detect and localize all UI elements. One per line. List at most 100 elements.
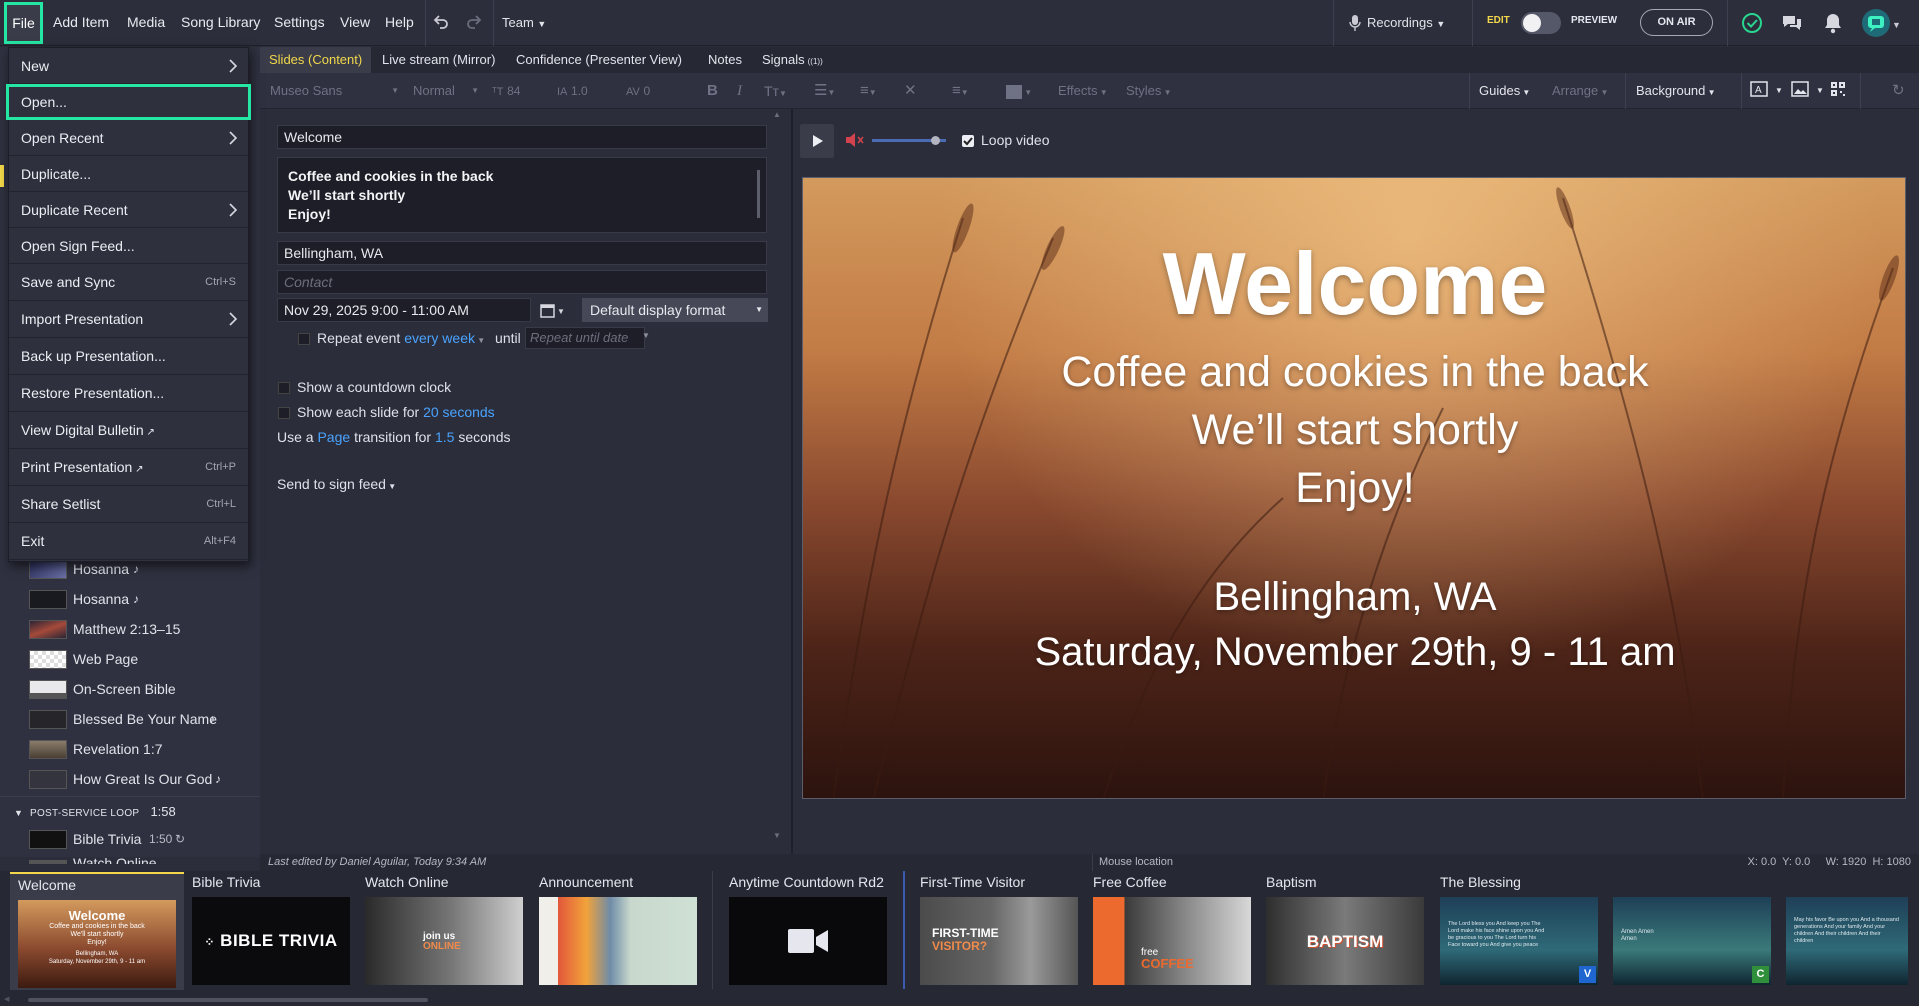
file-menu-item-duplicate[interactable]: Duplicate... — [9, 156, 248, 192]
list-button[interactable]: ☰▼ — [814, 81, 835, 101]
slide-thumb-the-blessing[interactable]: The Blessing The Lord bless you And keep… — [1440, 871, 1598, 991]
loop-video-checkbox[interactable] — [962, 135, 974, 147]
scrollbar[interactable] — [757, 170, 760, 218]
file-menu-item-view-digital-bulletin[interactable]: View Digital Bulletin ↗ — [9, 412, 248, 449]
slide-thumb-first-time-visitor[interactable]: First-Time Visitor FIRST-TIME VISITOR? — [920, 871, 1078, 991]
arrange-dropdown[interactable]: Arrange ▼ — [1552, 81, 1608, 101]
file-menu-item-open-sign-feed[interactable]: Open Sign Feed... — [9, 228, 248, 264]
user-avatar[interactable] — [1862, 9, 1890, 37]
file-menu-item-share-setlist[interactable]: Share Setlist Ctrl+L — [9, 486, 248, 523]
scroll-down-arrow[interactable]: ▼ — [773, 831, 781, 840]
effects-dropdown[interactable]: Effects ▼ — [1058, 81, 1108, 101]
italic-button[interactable]: I — [737, 81, 742, 101]
setlist-item[interactable]: Hosanna ♪ — [29, 584, 254, 614]
scroll-left-arrow[interactable]: ◀ — [4, 995, 9, 1003]
file-menu-item-exit[interactable]: Exit Alt+F4 — [9, 523, 248, 560]
slide-thumb-baptism[interactable]: Baptism BAPTISM — [1266, 871, 1424, 991]
chat-icon[interactable] — [1781, 12, 1803, 34]
section-header-post-service-loop[interactable]: ▼ POST-SERVICE LOOP 1:58 — [14, 804, 176, 819]
muted-speaker-icon[interactable] — [845, 132, 865, 148]
slide-thumb-bible-trivia[interactable]: Bible Trivia ⁘ BIBLE TRIVIA — [192, 871, 350, 991]
setlist-item[interactable]: Revelation 1:7 — [29, 734, 254, 764]
calendar-icon[interactable]: ▼ — [540, 302, 566, 318]
background-dropdown[interactable]: Background ▼ — [1636, 81, 1716, 101]
menu-media[interactable]: Media — [127, 0, 165, 46]
file-menu-item-open-recent[interactable]: Open Recent — [9, 120, 248, 156]
slide-thumb-blessing-chorus[interactable]: Amen Amen Amen C — [1613, 871, 1771, 991]
letter-spacing-input[interactable]: AV 0 — [626, 81, 676, 101]
setlist-item[interactable]: Web Page — [29, 644, 254, 674]
tab-signals[interactable]: Signals ((1)) — [753, 47, 832, 73]
undo-icon[interactable] — [432, 13, 450, 31]
send-to-sign-feed-dropdown[interactable]: Send to sign feed ▼ — [277, 476, 396, 492]
transition-duration-link[interactable]: 1.5 — [435, 429, 454, 445]
file-menu-item-save-and-sync[interactable]: Save and Sync Ctrl+S — [9, 264, 248, 301]
file-menu-item-print-presentation[interactable]: Print Presentation ↗ Ctrl+P — [9, 449, 248, 486]
title-field[interactable]: Welcome — [277, 125, 767, 149]
repeat-until-field[interactable]: Repeat until date — [525, 327, 645, 349]
file-menu-item-back-up-presentation[interactable]: Back up Presentation... — [9, 338, 248, 375]
menu-help[interactable]: Help — [385, 0, 414, 46]
tab-confidence[interactable]: Confidence (Presenter View) — [507, 47, 691, 73]
menu-add-item[interactable]: Add Item — [53, 0, 109, 46]
notifications-bell-icon[interactable] — [1823, 12, 1843, 34]
play-button[interactable] — [800, 124, 834, 158]
on-air-button[interactable]: ON AIR — [1640, 9, 1713, 36]
clear-format-icon[interactable]: ✕ — [904, 81, 917, 101]
qr-code-icon[interactable] — [1830, 81, 1846, 101]
redo-icon[interactable] — [465, 13, 483, 31]
file-menu-item-duplicate-recent[interactable]: Duplicate Recent — [9, 192, 248, 228]
menu-view[interactable]: View — [340, 0, 370, 46]
slide-thumb-free-coffee[interactable]: Free Coffee free COFFEE — [1093, 871, 1251, 991]
bold-button[interactable]: B — [707, 81, 718, 101]
repeat-frequency-link[interactable]: every week — [404, 330, 475, 346]
text-case-button[interactable]: Tт▼ — [764, 81, 787, 101]
volume-slider[interactable] — [872, 136, 946, 145]
repeat-event-checkbox[interactable] — [298, 333, 310, 345]
recordings-dropdown[interactable]: Recordings ▼ — [1349, 12, 1445, 34]
menu-settings[interactable]: Settings — [274, 0, 325, 46]
setlist-item[interactable]: Blessed Be Your Name ♪ — [29, 704, 254, 734]
location-field[interactable]: Bellingham, WA — [277, 241, 767, 265]
image-icon[interactable] — [1791, 81, 1809, 101]
tab-notes[interactable]: Notes — [699, 47, 751, 73]
file-menu-item-open[interactable]: Open... — [6, 84, 251, 120]
menu-song-library[interactable]: Song Library — [181, 0, 260, 46]
sync-check-icon[interactable] — [1741, 12, 1763, 34]
tab-live-stream[interactable]: Live stream (Mirror) — [373, 47, 504, 73]
volume-slider-knob[interactable] — [930, 136, 940, 145]
slide-thumb-blessing-bridge[interactable]: May his favor Be upon you And a thousand… — [1786, 871, 1908, 991]
slide-duration-link[interactable]: 20 seconds — [423, 404, 495, 420]
caret-down-icon[interactable]: ▼ — [1775, 81, 1783, 101]
setlist-item[interactable]: Matthew 2:13–15 — [29, 614, 254, 644]
slide-thumb-announcement[interactable]: Announcement — [539, 871, 697, 991]
file-menu-item-new[interactable]: New — [9, 48, 248, 84]
display-format-select[interactable]: Default display format ▼ — [582, 298, 768, 322]
caret-down-icon[interactable]: ▼ — [1892, 20, 1901, 30]
slide-duration-checkbox[interactable] — [278, 407, 290, 419]
setlist-item[interactable]: Watch Online — [29, 854, 254, 864]
body-textarea[interactable]: Coffee and cookies in the back We’ll sta… — [277, 157, 767, 233]
line-height-input[interactable]: IA 1.0 — [557, 81, 607, 101]
tab-slides-content[interactable]: Slides (Content) — [260, 47, 372, 73]
file-menu-item-restore-presentation[interactable]: Restore Presentation... — [9, 375, 248, 412]
slide-thumb-anytime-countdown[interactable]: Anytime Countdown Rd2 — [729, 871, 887, 991]
transition-type-link[interactable]: Page — [317, 429, 350, 445]
setlist-item[interactable]: On-Screen Bible — [29, 674, 254, 704]
styles-dropdown[interactable]: Styles ▼ — [1126, 81, 1172, 101]
file-menu-item-import-presentation[interactable]: Import Presentation — [9, 301, 248, 338]
slide-thumb-welcome[interactable]: Welcome Welcome Coffee and cookies in th… — [10, 872, 184, 990]
horizontal-scrollbar[interactable] — [28, 998, 428, 1002]
font-size-input[interactable]: ᵀT 84 — [492, 81, 534, 101]
caret-down-icon[interactable]: ▼ — [1816, 81, 1824, 101]
text-color-button[interactable]: ▼ — [1006, 81, 1032, 101]
align-button[interactable]: ≡▼ — [952, 81, 969, 101]
slide-canvas[interactable]: Welcome Coffee and cookies in the back W… — [802, 177, 1906, 799]
setlist-item[interactable]: How Great Is Our God ♪ — [29, 764, 254, 794]
slide-thumb-watch-online[interactable]: Watch Online join us ONLINE — [365, 871, 523, 991]
scroll-up-arrow[interactable]: ▲ — [773, 110, 781, 119]
reset-icon[interactable]: ↻ — [1892, 81, 1905, 101]
contact-field[interactable]: Contact — [277, 270, 767, 294]
file-menu-trigger[interactable]: File — [4, 2, 43, 44]
countdown-checkbox[interactable] — [278, 382, 290, 394]
